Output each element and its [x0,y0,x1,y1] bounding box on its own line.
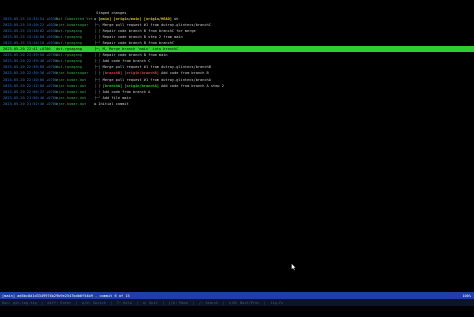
commit-message: M, Merge branch 'main' into branchC [102,47,179,52]
mouse-cursor-icon [291,263,297,271]
commit-message: Merge pull request #1 from dutray-glinte… [102,65,211,70]
commit-message: Add code from branch B [161,71,209,76]
help-text: Run: git-log-tig | diff: Enter | a/d: Sw… [2,300,284,305]
status-commit-info: [main] ad6bc8d1d3349976b29b9e2547bdb6f54… [2,293,130,298]
terminal-window[interactable]: Staged changes 2023-05-25 15:33:54 +0530 N… [0,0,474,307]
commit-date: 2023-05-20 21:52:40 +0700 [3,101,58,106]
commit-message: Merge pull request #1 from dutray-glinte… [102,23,211,28]
graph-lines: ├─╯ [94,41,101,46]
commit-message: Add code from branch A [102,89,151,94]
graph-lines: │ ├ [94,29,101,34]
graph-lines: ├─╮ [94,23,101,28]
graph-lines: │ ├ [94,71,101,76]
commit-message: Repair code branch B from branchC for me… [102,29,196,34]
status-percentage: 100% [462,293,471,298]
ref-label: [main] [origin/main] [origin/HEAD] [98,17,172,22]
graph-lines: │ ├ [94,83,101,88]
graph-lines: ◉ [94,17,97,22]
commit-graph: ◉ Initial commit [94,101,129,107]
commit-message: Add file main [102,95,131,100]
commit-message: Repair code branch B step 2 from main [102,35,183,40]
commit-author: ajar-kumar-dwt [56,101,87,106]
graph-lines: ├─┤ [94,65,101,70]
commit-message: Staged changes [96,11,127,15]
help-bar: Run: git-log-tig | diff: Enter | a/d: Sw… [0,299,474,306]
graph-lines: │ ├ [94,89,101,94]
commit-log-list[interactable]: Staged changes 2023-05-25 15:33:54 +0530 N… [0,10,474,107]
commit-message: Add code from branch A step 2 [161,83,224,88]
graph-lines: ├─╮ [94,47,101,52]
ref-label: [branchA] [origin/branchA] [102,83,159,88]
status-bar: [main] ad6bc8d1d3349976b29b9e2547bdb6f54… [0,292,474,299]
graph-lines: ├ │ [94,59,101,64]
graph-lines: │ ├ [94,53,101,58]
graph-lines: ├─┤ [94,77,101,82]
commit-message: Initial commit [98,101,129,106]
commit-message: Add code from branch C [102,59,151,64]
commit-message: Repair code branch B from main [102,53,168,58]
graph-lines: │ ├ [94,35,101,40]
commit-row[interactable]: 2023-05-20 21:52:40 +0700 ajar-kumar-dwt ◉… [0,101,474,107]
ref-label: [branchB] [origin/branchB] [102,71,159,76]
commit-message: Repair code branch B from branchC [102,41,175,46]
graph-lines: ├─╯ [94,95,101,100]
commit-message: ok [174,17,179,22]
commit-message: Merge pull request #1 from dutray-glinte… [102,77,211,82]
graph-lines: ◉ [94,101,97,106]
